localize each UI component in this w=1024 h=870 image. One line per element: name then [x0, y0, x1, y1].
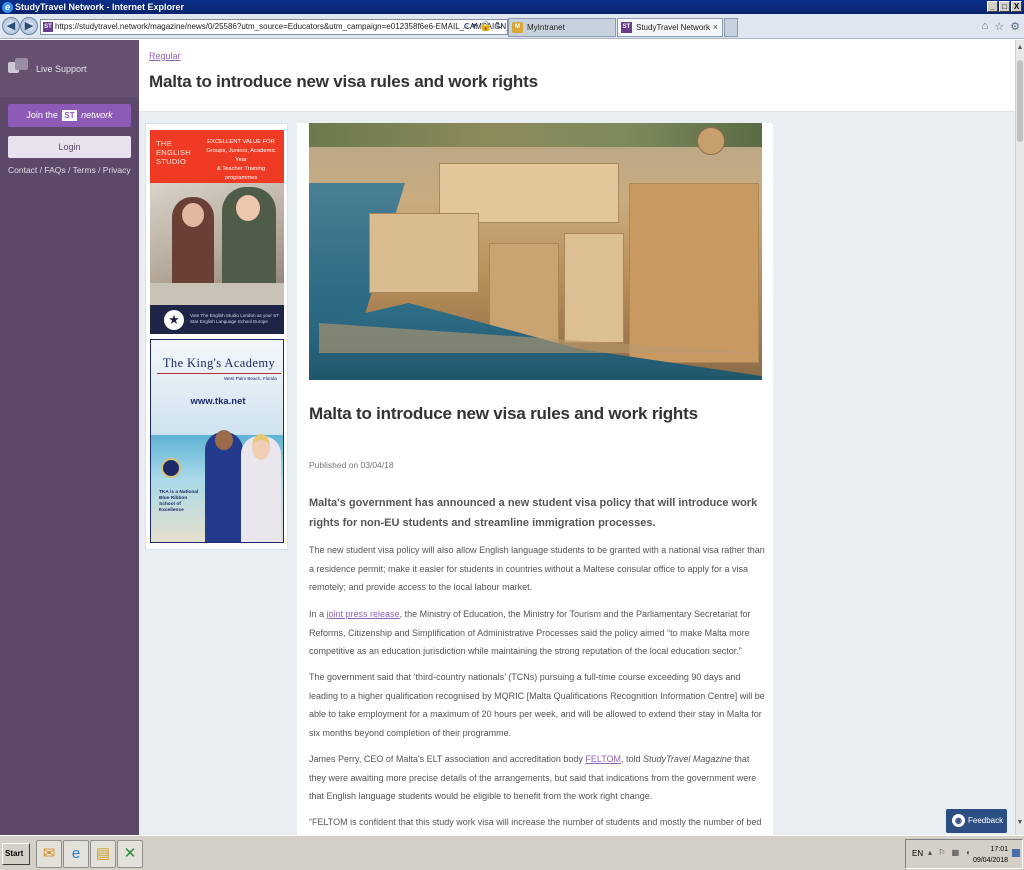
- close-window-button[interactable]: X: [1011, 1, 1022, 12]
- live-support-link[interactable]: Live Support: [8, 58, 87, 80]
- hero-image-valletta: [309, 123, 762, 380]
- main-content: Regular Malta to introduce new visa rule…: [139, 40, 1015, 835]
- footer-links[interactable]: Contact / FAQs / Terms / Privacy: [8, 165, 131, 175]
- gear-icon[interactable]: ⚙: [1010, 20, 1020, 33]
- internet-explorer-icon: e: [2, 1, 13, 13]
- article-paragraph: James Perry, CEO of Malta's ELT associat…: [309, 754, 757, 801]
- feedback-label: Feedback: [968, 816, 1004, 825]
- feltom-link[interactable]: FELTOM: [585, 754, 621, 764]
- maximize-button[interactable]: □: [999, 1, 1010, 12]
- ad-divider: [157, 373, 281, 374]
- article-title: Malta to introduce new visa rules and wo…: [309, 404, 698, 423]
- article-lead: Malta's government has announced a new s…: [309, 497, 758, 529]
- join-suffix: network: [81, 110, 113, 120]
- browser-toolbar: ◀ ▶ ST https://studytravel.network/magaz…: [0, 14, 1024, 39]
- ad-copy: EXCELLENT VALUE FOR Groups, Juniors, Aca…: [206, 139, 276, 181]
- site-sidebar: Live Support Join the ST network Login C…: [0, 40, 139, 835]
- site-favicon: ST: [43, 22, 53, 32]
- kings-academy-ad[interactable]: The King's Academy West Palm Beach, Flor…: [150, 339, 284, 543]
- tray-icons[interactable]: ▴ ⚐ ▦ ◖: [928, 848, 972, 857]
- back-button[interactable]: ◀: [2, 17, 20, 35]
- ad-vote-text: Vote The English Studio London as your S…: [190, 313, 279, 324]
- joint-press-release-link[interactable]: joint press release: [327, 609, 400, 619]
- show-desktop-button[interactable]: [1012, 849, 1020, 857]
- minimize-button[interactable]: _: [987, 1, 998, 12]
- scroll-down-arrow-icon[interactable]: ▼: [1016, 819, 1024, 829]
- ad-photo-student: [205, 430, 243, 542]
- live-support-label: Live Support: [36, 64, 87, 74]
- feedback-icon: ◉: [952, 814, 965, 827]
- ad-banner: THE ENGLISH STUDIO EXCELLENT VALUE FOR G…: [150, 130, 284, 183]
- ad-brand: THE ENGLISH STUDIO: [156, 139, 192, 166]
- published-date: Published on 03/04/18: [309, 460, 394, 470]
- chat-bubble-icon: [8, 58, 28, 80]
- join-prefix: Join the: [26, 110, 58, 120]
- folder-icon[interactable]: ▤: [90, 840, 116, 868]
- article-paragraph: “FELTOM is confident that this study wor…: [309, 817, 762, 827]
- outlook-icon[interactable]: ✉: [36, 840, 62, 868]
- login-button[interactable]: Login: [8, 136, 131, 158]
- language-indicator[interactable]: EN: [912, 849, 923, 858]
- window-controls: _ □ X: [987, 1, 1022, 12]
- window-titlebar: e StudyTravel Network - Internet Explore…: [0, 0, 1024, 14]
- home-icon[interactable]: ⌂: [982, 20, 989, 33]
- scroll-up-arrow-icon[interactable]: ▲: [1016, 44, 1024, 54]
- ad-photo-student: [241, 434, 281, 542]
- forward-button[interactable]: ▶: [20, 17, 38, 35]
- clock[interactable]: 17:01 09/04/2018: [973, 844, 1008, 866]
- page-scrollbar[interactable]: ▲ ▼: [1015, 40, 1024, 835]
- excel-icon[interactable]: ✕: [117, 840, 143, 868]
- page-header: Regular Malta to introduce new visa rule…: [139, 40, 1015, 112]
- address-bar[interactable]: ST https://studytravel.network/magazine/…: [40, 19, 508, 35]
- system-tray: EN ▴ ⚐ ▦ ◖ 17:01 09/04/2018: [905, 839, 1023, 869]
- article-paragraph: In a joint press release, the Ministry o…: [309, 609, 751, 656]
- article-paragraph: The government said that ‘third-country …: [309, 672, 765, 738]
- seal-icon: [161, 458, 181, 478]
- studytravel-favicon: ST: [621, 22, 632, 33]
- english-studio-ad[interactable]: THE ENGLISH STUDIO EXCELLENT VALUE FOR G…: [150, 130, 284, 334]
- favorites-star-icon[interactable]: ☆: [994, 20, 1004, 33]
- tab-close-icon[interactable]: ×: [713, 19, 718, 36]
- dropdown-icon[interactable]: ▾: [472, 19, 477, 35]
- browser-tool-icons: ⌂ ☆ ⚙: [982, 20, 1020, 33]
- ad-url: www.tka.net: [190, 396, 246, 407]
- lock-icon[interactable]: 🔒: [480, 19, 492, 35]
- new-tab-button[interactable]: [724, 18, 738, 37]
- tab-label: MyIntranet: [527, 23, 565, 32]
- ad-column: THE ENGLISH STUDIO EXCELLENT VALUE FOR G…: [145, 123, 288, 550]
- myintranet-favicon: M: [512, 22, 523, 33]
- scroll-thumb[interactable]: [1017, 60, 1023, 142]
- category-link[interactable]: Regular: [149, 51, 181, 61]
- st-logo: ST: [62, 110, 77, 121]
- address-bar-icons: ⌕ ▾ 🔒 ↻: [463, 19, 503, 35]
- ad-vote-bar: ★ Vote The English Studio London as your…: [150, 305, 284, 334]
- tab-label: StudyTravel Network: [636, 23, 710, 32]
- join-network-button[interactable]: Join the ST network: [8, 104, 131, 127]
- window-title: StudyTravel Network - Internet Explorer: [15, 2, 185, 12]
- ad-location: West Palm Beach, Florida: [223, 376, 277, 381]
- windows-taskbar: Start ✉ e ▤ ✕ EN ▴ ⚐ ▦ ◖ 17:01 09/04/201…: [0, 835, 1024, 870]
- tab-studytravel-network[interactable]: ST StudyTravel Network ×: [617, 18, 723, 37]
- ad-note: TKA is a National Blue Ribbon School of …: [159, 490, 199, 513]
- address-url: https://studytravel.network/magazine/new…: [55, 22, 507, 31]
- refresh-icon[interactable]: ↻: [495, 19, 503, 35]
- feedback-button[interactable]: ◉ Feedback: [946, 809, 1007, 833]
- tab-myintranet[interactable]: M MyIntranet: [508, 18, 616, 37]
- article-paragraph: The new student visa policy will also al…: [309, 545, 765, 592]
- start-button[interactable]: Start: [2, 843, 30, 865]
- ad-photo-students: [150, 183, 284, 305]
- article: Malta to introduce new visa rules and wo…: [297, 123, 773, 835]
- search-icon[interactable]: ⌕: [463, 19, 469, 35]
- star-icon: ★: [164, 310, 184, 330]
- ad-title: The King's Academy: [162, 356, 276, 370]
- internet-explorer-icon[interactable]: e: [63, 840, 89, 868]
- page-title: Malta to introduce new visa rules and wo…: [149, 72, 538, 91]
